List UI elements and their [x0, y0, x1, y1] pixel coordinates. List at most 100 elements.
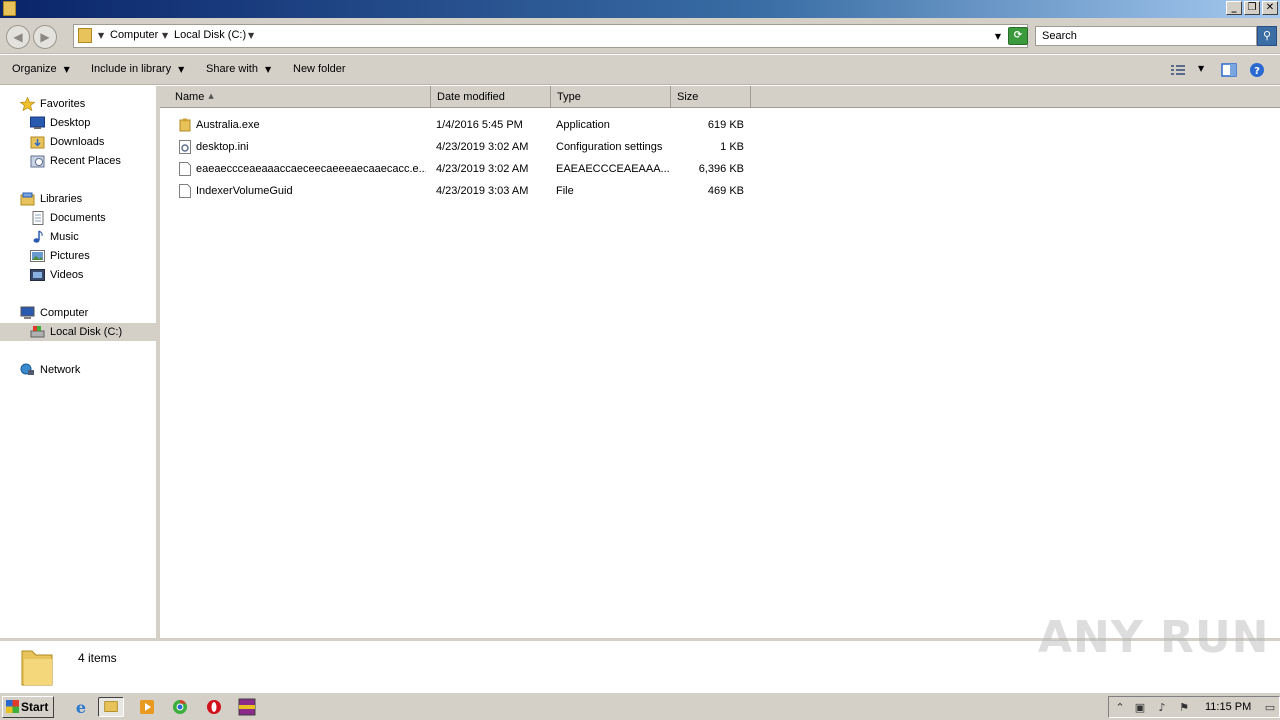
internet-explorer-icon[interactable]: e — [68, 697, 94, 717]
file-date: 4/23/2019 3:02 AM — [436, 163, 529, 175]
file-name: Australia.exe — [196, 119, 260, 131]
window-controls: _ ❐ ✕ — [1226, 1, 1278, 15]
column-name-label: Name — [175, 91, 205, 103]
desktop-icon — [30, 116, 45, 129]
file-row[interactable]: Australia.exe 1/4/2016 5:45 PM Applicati… — [160, 114, 760, 136]
file-row[interactable]: IndexerVolumeGuid 4/23/2019 3:03 AM File… — [160, 180, 760, 202]
clock[interactable]: 11:15 PM — [1205, 701, 1251, 713]
settings-file-icon — [179, 140, 191, 154]
forward-button[interactable]: ▶ — [33, 25, 57, 49]
nav-label: Videos — [50, 269, 84, 281]
file-list: Australia.exe 1/4/2016 5:45 PM Applicati… — [160, 108, 1280, 638]
file-type: EAEAECCCEAEAAA... — [556, 163, 670, 175]
include-in-library-button[interactable]: Include in library ▼ — [91, 63, 184, 75]
title-bar: _ ❐ ✕ — [0, 0, 1280, 18]
network-icon — [20, 363, 34, 375]
show-hidden-icons-icon[interactable]: ⌃ — [1113, 701, 1127, 714]
address-history-dropdown-icon[interactable]: ▼ — [995, 32, 1001, 41]
address-bar[interactable]: ▼ Computer ▼ Local Disk (C:) ▼ ▼ — [73, 24, 1028, 48]
share-with-button[interactable]: Share with ▼ — [206, 63, 271, 75]
opera-icon[interactable] — [201, 697, 227, 717]
sort-ascending-icon: ▲ — [208, 92, 214, 100]
new-folder-button[interactable]: New folder — [293, 63, 346, 75]
archiver-icon[interactable] — [234, 697, 260, 717]
file-row[interactable]: desktop.ini 4/23/2019 3:02 AM Configurat… — [160, 136, 760, 158]
system-tray: ⌃ ▣ ♪ ⚑ 11:15 PM ▭ — [1108, 696, 1280, 718]
column-type[interactable]: Type — [551, 86, 671, 108]
preview-pane-icon[interactable] — [1221, 62, 1237, 78]
column-date-modified[interactable]: Date modified — [431, 86, 551, 108]
file-type: Application — [556, 119, 610, 131]
file-type: Configuration settings — [556, 141, 663, 153]
nav-label: Favorites — [40, 98, 86, 110]
restore-button[interactable]: ❐ — [1244, 1, 1260, 15]
file-date: 4/23/2019 3:03 AM — [436, 185, 529, 197]
action-center-flag-icon[interactable]: ⚑ — [1177, 701, 1191, 714]
volume-icon[interactable]: ♪ — [1155, 701, 1169, 714]
recent-places-icon — [30, 155, 45, 168]
file-name: eaeaeccceaeaaaccaeceecaeeeaecaaecacc.e..… — [196, 163, 426, 175]
help-icon[interactable]: ? — [1249, 62, 1265, 78]
command-bar: Organize ▼ Include in library ▼ Share with… — [0, 55, 1280, 85]
nav-label: Network — [40, 364, 81, 376]
nav-label: Downloads — [50, 136, 105, 148]
organize-label: Organize — [12, 63, 57, 75]
folder-icon — [21, 650, 53, 686]
folder-icon — [104, 701, 118, 712]
file-name: IndexerVolumeGuid — [196, 185, 293, 197]
column-header: Name ▲ Date modified Type Size — [160, 86, 1280, 108]
music-icon — [33, 230, 43, 243]
show-desktop-icon[interactable]: ▭ — [1263, 701, 1277, 714]
file-date: 1/4/2016 5:45 PM — [436, 119, 523, 131]
exe-icon — [179, 118, 191, 132]
nav-label: Computer — [40, 307, 89, 319]
column-name[interactable]: Name ▲ — [169, 86, 431, 108]
file-date: 4/23/2019 3:02 AM — [436, 141, 529, 153]
view-options-icon[interactable] — [1170, 62, 1186, 78]
pictures-icon — [30, 250, 45, 262]
file-size: 469 KB — [707, 185, 744, 197]
refresh-button[interactable]: ⟳ — [1008, 27, 1028, 45]
column-size[interactable]: Size — [671, 86, 751, 108]
file-name: desktop.ini — [196, 141, 249, 153]
nav-local-disk[interactable]: Local Disk (C:) — [0, 323, 157, 341]
watermark-logo: ANY RUN — [1038, 612, 1270, 663]
nav-label: Local Disk (C:) — [50, 326, 123, 338]
share-with-label: Share with — [206, 63, 258, 75]
nav-label: Music — [50, 231, 79, 243]
search-icon[interactable]: ⚲ — [1257, 26, 1277, 46]
svg-text:e: e — [76, 698, 86, 717]
file-size: 6,396 KB — [698, 163, 744, 175]
minimize-button[interactable]: _ — [1226, 1, 1242, 15]
nav-label: Libraries — [40, 193, 83, 205]
include-in-library-label: Include in library — [91, 63, 172, 75]
navigation-pane: Favorites Desktop Downloads Recent Place… — [0, 86, 157, 638]
network-status-icon[interactable]: ▣ — [1133, 701, 1147, 714]
back-button[interactable]: ◀ — [6, 25, 30, 49]
start-button[interactable]: Start — [2, 696, 54, 718]
file-size: 1 KB — [720, 141, 744, 153]
organize-button[interactable]: Organize ▼ — [12, 63, 70, 75]
windows-logo-icon — [6, 700, 19, 713]
explorer-taskbar-button[interactable] — [98, 697, 124, 717]
chrome-icon[interactable] — [167, 697, 193, 717]
nav-label: Desktop — [50, 117, 91, 129]
file-type: File — [556, 185, 574, 197]
file-size: 619 KB — [707, 119, 744, 131]
breadcrumb-local-disk[interactable]: Local Disk (C:) — [174, 29, 246, 41]
search-input[interactable]: Search — [1035, 26, 1257, 46]
libraries-icon — [20, 192, 35, 206]
blank-file-icon — [179, 162, 191, 176]
breadcrumb-computer[interactable]: Computer — [110, 29, 158, 41]
breadcrumb-arrow-icon[interactable]: ▼ — [248, 31, 254, 40]
address-row: ◀ ▶ ▼ Computer ▼ Local Disk (C:) ▼ ▼ ⟳ S… — [0, 18, 1280, 54]
breadcrumb-arrow-icon[interactable]: ▼ — [98, 31, 104, 40]
nav-label: Documents — [50, 212, 106, 224]
file-row[interactable]: eaeaeccceaeaaaccaeceecaeeeaecaaecacc.e..… — [160, 158, 760, 180]
documents-icon — [32, 211, 44, 225]
nav-label: Pictures — [50, 250, 90, 262]
breadcrumb-arrow-icon[interactable]: ▼ — [162, 31, 168, 40]
close-button[interactable]: ✕ — [1262, 1, 1278, 15]
view-dropdown-icon[interactable]: ▼ — [1198, 64, 1204, 73]
media-player-icon[interactable] — [134, 697, 160, 717]
